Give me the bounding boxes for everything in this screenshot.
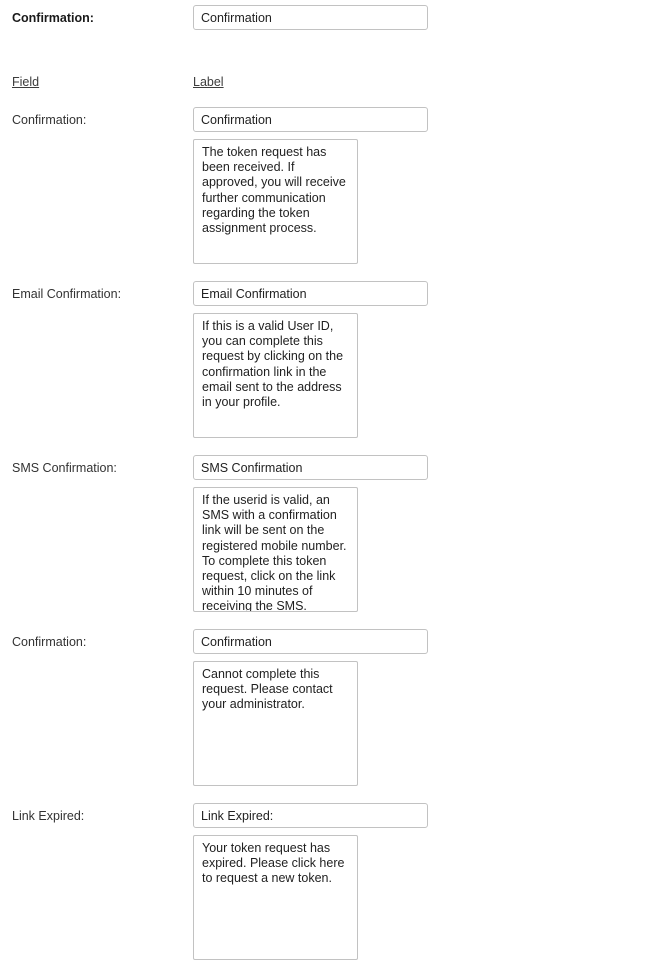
- row-field-cell: Your token request has expired. Please c…: [193, 803, 661, 960]
- label-input-email-confirmation[interactable]: [193, 281, 428, 306]
- top-confirmation-field-cell: [193, 5, 661, 30]
- row-label-email-confirmation: Email Confirmation:: [12, 287, 122, 301]
- message-textarea-confirmation-error[interactable]: Cannot complete this request. Please con…: [193, 661, 358, 786]
- label-input-confirmation[interactable]: [193, 107, 428, 132]
- top-confirmation-input[interactable]: [193, 5, 428, 30]
- table-row: Link Expired: Your token request has exp…: [0, 803, 661, 960]
- field-header-cell: Field: [0, 74, 193, 90]
- label-header-cell: Label: [193, 74, 661, 90]
- field-column-header[interactable]: Field: [12, 74, 39, 90]
- message-textarea-confirmation[interactable]: The token request has been received. If …: [193, 139, 358, 264]
- table-row: Email Confirmation: If this is a valid U…: [0, 281, 661, 438]
- row-label-link-expired: Link Expired:: [12, 809, 85, 823]
- row-label-cell: Email Confirmation:: [0, 281, 193, 302]
- row-label-cell: Confirmation:: [0, 107, 193, 128]
- label-input-link-expired[interactable]: [193, 803, 428, 828]
- message-textarea-email-confirmation[interactable]: If this is a valid User ID, you can comp…: [193, 313, 358, 438]
- row-label-cell: SMS Confirmation:: [0, 455, 193, 476]
- column-header-row: Field Label: [0, 74, 661, 90]
- row-field-cell: If the userid is valid, an SMS with a co…: [193, 455, 661, 612]
- confirmation-messages-form: Confirmation: Field Label Confirmation: …: [0, 0, 661, 960]
- top-confirmation-label-cell: Confirmation:: [0, 5, 193, 26]
- row-label-confirmation: Confirmation:: [12, 113, 87, 127]
- row-label-cell: Link Expired:: [0, 803, 193, 824]
- row-field-cell: Cannot complete this request. Please con…: [193, 629, 661, 786]
- row-field-cell: If this is a valid User ID, you can comp…: [193, 281, 661, 438]
- table-row: Confirmation: Cannot complete this reque…: [0, 629, 661, 786]
- label-column-header[interactable]: Label: [193, 74, 224, 90]
- top-confirmation-label: Confirmation:: [12, 11, 94, 25]
- table-row: SMS Confirmation: If the userid is valid…: [0, 455, 661, 612]
- message-textarea-link-expired[interactable]: Your token request has expired. Please c…: [193, 835, 358, 960]
- row-label-cell: Confirmation:: [0, 629, 193, 650]
- row-field-cell: The token request has been received. If …: [193, 107, 661, 264]
- label-input-confirmation-error[interactable]: [193, 629, 428, 654]
- row-label-sms-confirmation: SMS Confirmation:: [12, 461, 117, 475]
- label-input-sms-confirmation[interactable]: [193, 455, 428, 480]
- message-textarea-sms-confirmation[interactable]: If the userid is valid, an SMS with a co…: [193, 487, 358, 612]
- row-label-confirmation-error: Confirmation:: [12, 635, 87, 649]
- table-row: Confirmation: The token request has been…: [0, 107, 661, 264]
- top-confirmation-row: Confirmation:: [0, 0, 661, 30]
